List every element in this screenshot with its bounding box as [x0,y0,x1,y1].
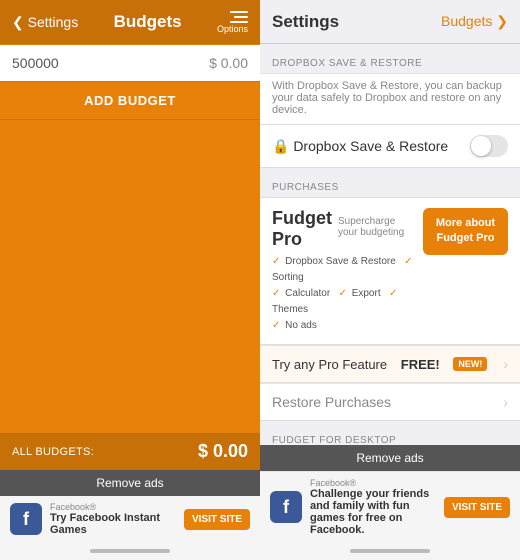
right-fb-label: Facebook® [310,478,436,488]
budget-amount: $ 0.00 [209,55,248,71]
dropbox-section-header: DROPBOX SAVE & RESTORE [260,44,520,73]
budget-row[interactable]: 500000 $ 0.00 [0,45,260,81]
right-fb-ad: f Facebook® Challenge your friends and f… [260,471,520,542]
chevron-right-icon: › [503,356,508,372]
check-icon-6: ✓ [272,320,280,331]
options-label: Options [217,24,248,34]
left-fb-text: Facebook® Try Facebook Instant Games [50,502,176,536]
left-remove-ads-button[interactable]: Remove ads [0,470,260,496]
add-budget-button[interactable]: ADD BUDGET [0,81,260,120]
back-button[interactable]: ❮ Settings [12,14,78,31]
left-fb-label: Facebook® [50,502,176,512]
dropbox-desc: With Dropbox Save & Restore, you can bac… [260,73,520,124]
right-title: Settings [272,12,339,32]
left-header: ❮ Settings Budgets Options [0,0,260,44]
desktop-section-header: FUDGET FOR DESKTOP [260,421,520,445]
left-home-indicator [0,542,260,560]
purchases-title-row: Fudget Pro Supercharge your budgeting [272,208,415,250]
dropbox-card: 🔒 Dropbox Save & Restore [260,124,520,168]
budget-name: 500000 [12,55,59,71]
pro-feature-text: Try any Pro Feature FREE! NEW! [272,357,487,372]
try-pro-label: Try any Pro Feature [272,357,387,372]
left-visit-site-button[interactable]: VISIT SITE [184,509,250,530]
restore-purchases-row[interactable]: Restore Purchases › [260,383,520,421]
right-panel: Settings Budgets ❯ DROPBOX SAVE & RESTOR… [260,0,520,560]
dropbox-toggle-row[interactable]: 🔒 Dropbox Save & Restore [260,125,520,167]
right-budgets-button[interactable]: Budgets ❯ [441,13,508,30]
feature-list: ✓ Dropbox Save & Restore ✓ Sorting ✓ Cal… [272,254,415,334]
left-footer: ALL BUDGETS: $ 0.00 [0,433,260,470]
left-panel: ❮ Settings Budgets Options 500000 $ 0.00… [0,0,260,560]
check-icon-3: ✓ [272,288,280,299]
restore-label: Restore Purchases [272,394,391,410]
dropbox-toggle[interactable] [470,135,508,157]
check-icon-5: ✓ [389,288,397,299]
facebook-logo: f [10,503,42,535]
right-home-bar [350,549,430,553]
check-icon-2: ✓ [404,256,412,267]
right-fb-title: Challenge your friends and family with f… [310,488,436,536]
new-badge: NEW! [453,357,487,371]
left-title: Budgets [114,12,182,32]
pro-free-label: FREE! [401,357,440,372]
left-fb-title: Try Facebook Instant Games [50,512,176,536]
toggle-knob [471,136,491,156]
right-home-indicator [260,542,520,560]
purchases-left: Fudget Pro Supercharge your budgeting ✓ … [272,208,415,334]
right-header: Settings Budgets ❯ [260,0,520,44]
dropbox-label: 🔒 Dropbox Save & Restore [272,138,448,155]
pro-feature-row[interactable]: Try any Pro Feature FREE! NEW! › [260,345,520,383]
right-fb-text: Facebook® Challenge your friends and fam… [310,478,436,536]
right-content: DROPBOX SAVE & RESTORE With Dropbox Save… [260,44,520,445]
more-about-button[interactable]: More about Fudget Pro [423,208,508,255]
right-remove-ads-button[interactable]: Remove ads [260,445,520,471]
check-icon-4: ✓ [339,288,347,299]
options-icon [230,11,248,23]
purchases-section-header: PURCHASES [260,168,520,197]
home-bar [90,549,170,553]
all-budgets-label: ALL BUDGETS: [12,446,94,458]
all-budgets-amount: $ 0.00 [198,441,248,462]
left-fb-ad: f Facebook® Try Facebook Instant Games V… [0,496,260,542]
left-spacer [0,120,260,433]
right-visit-site-button[interactable]: VISIT SITE [444,497,510,518]
purchases-card: Fudget Pro Supercharge your budgeting ✓ … [260,197,520,345]
check-icon-1: ✓ [272,256,280,267]
options-button[interactable]: Options [217,11,248,34]
right-facebook-logo: f [270,491,302,523]
supercharge-label: Supercharge your budgeting [338,216,415,238]
fudget-pro-title: Fudget Pro [272,208,332,250]
restore-chevron-icon: › [503,394,508,410]
